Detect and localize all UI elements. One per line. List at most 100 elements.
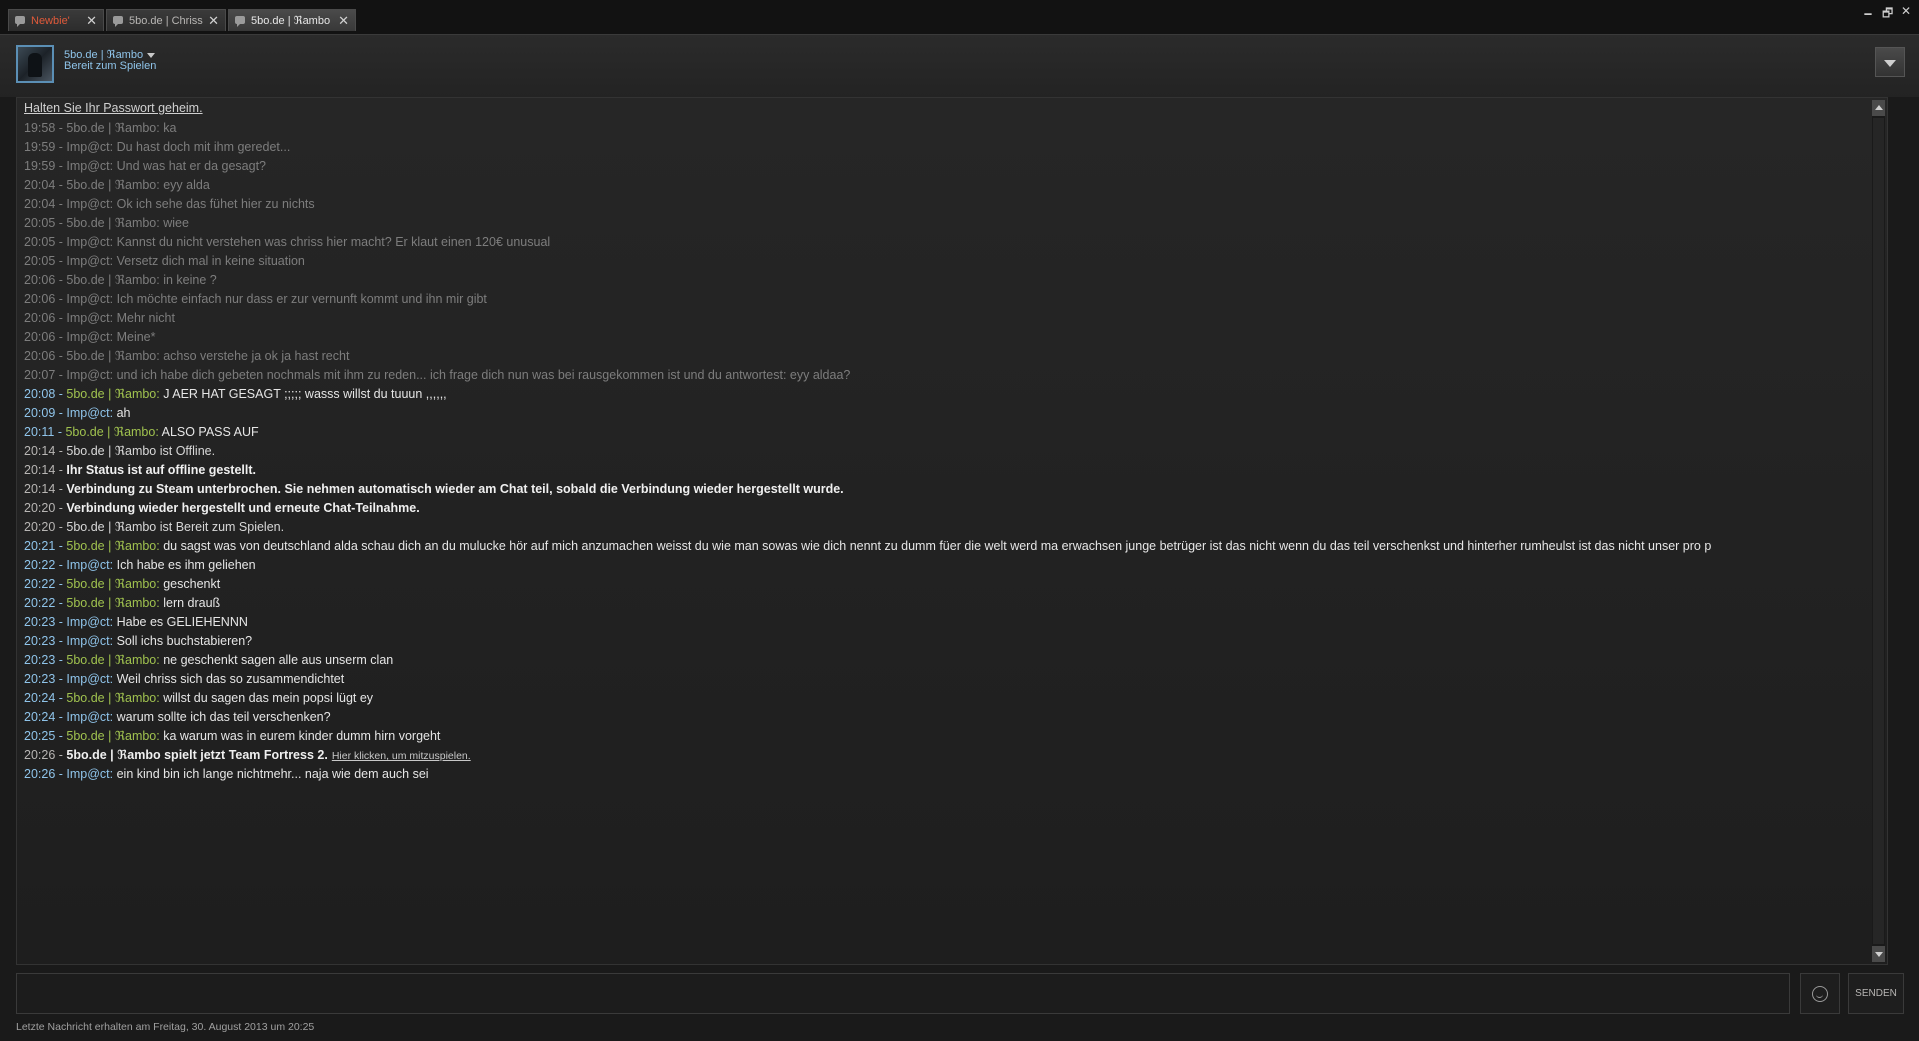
chat-message: 20:22 - 5bo.de | ℜambo: geschenkt bbox=[24, 577, 221, 591]
chat-message: 20:14 - Ihr Status ist auf offline geste… bbox=[24, 463, 256, 477]
message-time: 20:23 bbox=[24, 653, 56, 667]
close-icon[interactable]: ✕ bbox=[208, 11, 219, 31]
message-text: Soll ichs buchstabieren? bbox=[116, 634, 253, 648]
message-sender: 5bo.de | ℜambo bbox=[66, 216, 157, 230]
message-time: 20:08 bbox=[24, 387, 56, 401]
maximize-icon[interactable]: 🗗 bbox=[1882, 4, 1893, 25]
chat-message: 20:05 - Imp@ct: Kannst du nicht verstehe… bbox=[24, 235, 551, 249]
scrollbar[interactable] bbox=[1872, 100, 1885, 962]
tab-label: 5bo.de | Chriss bbox=[129, 15, 203, 27]
scroll-thumb[interactable] bbox=[1873, 118, 1884, 944]
message-time: 20:23 bbox=[24, 615, 56, 629]
chat-message: 19:59 - Imp@ct: Du hast doch mit ihm ger… bbox=[24, 140, 291, 154]
message-time: 20:14 bbox=[24, 444, 56, 458]
message-time: 20:24 bbox=[24, 691, 56, 705]
message-text: ne geschenkt sagen alle aus unserm clan bbox=[163, 653, 394, 667]
message-time: 20:14 bbox=[24, 463, 56, 477]
close-icon[interactable]: ✕ bbox=[86, 11, 97, 31]
message-sender: 5bo.de | ℜambo bbox=[66, 653, 157, 667]
chat-message: 20:04 - 5bo.de | ℜambo: eyy alda bbox=[24, 178, 210, 192]
scroll-down-icon[interactable] bbox=[1872, 946, 1885, 962]
message-time: 20:07 bbox=[24, 368, 56, 382]
scroll-up-icon[interactable] bbox=[1872, 100, 1885, 116]
chat-message: 20:06 - Imp@ct: Ich möchte einfach nur d… bbox=[24, 292, 487, 306]
chat-message: 20:05 - Imp@ct: Versetz dich mal in kein… bbox=[24, 254, 305, 268]
message-sender: 5bo.de | ℜambo bbox=[66, 349, 157, 363]
send-button[interactable]: SENDEN bbox=[1848, 973, 1904, 1014]
message-text: 5bo.de | ℜambo ist Bereit zum Spielen. bbox=[66, 520, 285, 534]
message-sender: 5bo.de | ℜambo bbox=[66, 273, 157, 287]
close-window-icon[interactable]: ✕ bbox=[1901, 4, 1911, 25]
message-text: ka bbox=[163, 121, 177, 135]
message-text: Verbindung wieder hergestellt und erneut… bbox=[66, 501, 420, 515]
friend-status: Bereit zum Spielen bbox=[64, 60, 157, 72]
chat-message: 20:06 - Imp@ct: Meine* bbox=[24, 330, 156, 344]
message-text: Weil chriss sich das so zusammendichtet bbox=[116, 672, 345, 686]
tab-label: Newbie' bbox=[31, 15, 70, 27]
message-sender: Imp@ct bbox=[66, 406, 110, 420]
message-text: eyy alda bbox=[163, 178, 210, 192]
message-time: 20:05 bbox=[24, 216, 56, 230]
message-text: Du hast doch mit ihm geredet... bbox=[116, 140, 291, 154]
tab-bar: Newbie' ✕ 5bo.de | Chriss ✕ 5bo.de | ℜam… bbox=[0, 0, 1919, 34]
chat-message: 20:08 - 5bo.de | ℜambo: J AER HAT GESAGT… bbox=[24, 387, 447, 401]
message-text: Kannst du nicht verstehen was chriss hie… bbox=[116, 235, 551, 249]
message-time: 20:06 bbox=[24, 273, 56, 287]
message-time: 19:59 bbox=[24, 159, 56, 173]
message-text: warum sollte ich das teil verschenken? bbox=[116, 710, 331, 724]
message-time: 20:22 bbox=[24, 577, 56, 591]
message-text: du sagst was von deutschland alda schau … bbox=[163, 539, 1712, 553]
message-text: Verbindung zu Steam unterbrochen. Sie ne… bbox=[66, 482, 844, 496]
chat-message: 19:59 - Imp@ct: Und was hat er da gesagt… bbox=[24, 159, 266, 173]
message-time: 20:06 bbox=[24, 330, 56, 344]
message-time: 20:22 bbox=[24, 558, 56, 572]
chat-window: Newbie' ✕ 5bo.de | Chriss ✕ 5bo.de | ℜam… bbox=[0, 0, 1919, 1041]
message-sender: Imp@ct bbox=[66, 767, 110, 781]
message-time: 20:05 bbox=[24, 235, 56, 249]
message-input[interactable] bbox=[16, 973, 1790, 1014]
chat-bubble-icon bbox=[113, 16, 123, 27]
message-time: 20:06 bbox=[24, 311, 56, 325]
chat-bubble-icon bbox=[15, 16, 25, 27]
message-time: 20:25 bbox=[24, 729, 56, 743]
message-time: 20:23 bbox=[24, 634, 56, 648]
message-sender: Imp@ct bbox=[66, 140, 110, 154]
message-sender: Imp@ct bbox=[66, 330, 110, 344]
smiley-icon bbox=[1812, 986, 1828, 1002]
minimize-icon[interactable]: 🗕 bbox=[1863, 4, 1873, 25]
chat-message: 20:23 - Imp@ct: Habe es GELIEHENNN bbox=[24, 615, 248, 629]
message-text: Ihr Status ist auf offline gestellt. bbox=[66, 463, 256, 477]
emoticon-button[interactable] bbox=[1800, 973, 1840, 1014]
message-time: 20:04 bbox=[24, 178, 56, 192]
message-time: 20:04 bbox=[24, 197, 56, 211]
options-dropdown-button[interactable] bbox=[1875, 47, 1905, 77]
tab-rambo[interactable]: 5bo.de | ℜambo ✕ bbox=[228, 9, 356, 31]
chat-message: 20:23 - Imp@ct: Soll ichs buchstabieren? bbox=[24, 634, 253, 648]
message-text: in keine ? bbox=[163, 273, 217, 287]
chat-message: 20:05 - 5bo.de | ℜambo: wiee bbox=[24, 216, 189, 230]
message-time: 20:09 bbox=[24, 406, 56, 420]
message-sender: Imp@ct bbox=[66, 558, 110, 572]
avatar[interactable] bbox=[16, 45, 54, 83]
chat-log: Halten Sie Ihr Passwort geheim. 19:58 - … bbox=[16, 97, 1888, 965]
tab-chriss[interactable]: 5bo.de | Chriss ✕ bbox=[106, 9, 226, 31]
message-sender: Imp@ct bbox=[66, 254, 110, 268]
chat-bubble-icon bbox=[235, 16, 245, 27]
join-game-link[interactable]: Hier klicken, um mitzuspielen. bbox=[332, 750, 471, 762]
message-text: Mehr nicht bbox=[116, 311, 175, 325]
message-text: Ich möchte einfach nur dass er zur vernu… bbox=[116, 292, 487, 306]
chat-message: 20:14 - Verbindung zu Steam unterbrochen… bbox=[24, 482, 844, 496]
message-sender: 5bo.de | ℜambo bbox=[66, 691, 157, 705]
tab-label: 5bo.de | ℜambo bbox=[251, 15, 331, 27]
chat-message: 20:26 - Imp@ct: ein kind bin ich lange n… bbox=[24, 767, 429, 781]
message-sender: Imp@ct bbox=[66, 235, 110, 249]
message-text: Ok ich sehe das fühet hier zu nichts bbox=[116, 197, 315, 211]
tab-newbie[interactable]: Newbie' ✕ bbox=[8, 9, 104, 31]
message-sender: 5bo.de | ℜambo bbox=[66, 178, 157, 192]
message-time: 20:24 bbox=[24, 710, 56, 724]
chat-message: 20:06 - Imp@ct: Mehr nicht bbox=[24, 311, 175, 325]
chat-header: 5bo.de | ℜambo Bereit zum Spielen bbox=[0, 34, 1919, 97]
message-time: 20:26 bbox=[24, 748, 56, 762]
message-text: Meine* bbox=[116, 330, 156, 344]
close-icon[interactable]: ✕ bbox=[338, 11, 349, 31]
